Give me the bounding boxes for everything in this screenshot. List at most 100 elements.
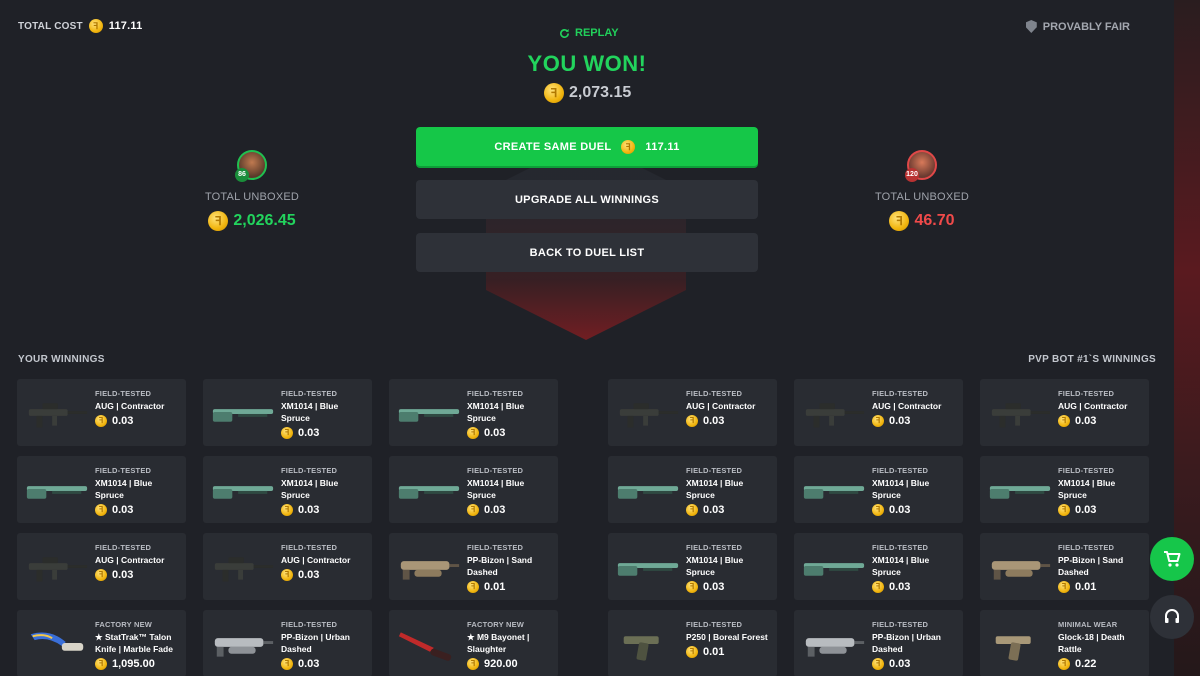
provably-fair-link[interactable]: PROVABLY FAIR [1025,20,1130,33]
item-condition: FIELD-TESTED [686,466,743,475]
xm-weapon-icon [398,486,460,499]
coin-icon [889,211,910,231]
item-info: FIELD-TESTED XM1014 | Blue Spruce 0.03 [872,466,960,516]
upgrade-all-winnings-button[interactable]: UPGRADE ALL WINNINGS [416,180,758,219]
item-name: XM1014 | Blue Spruce [686,478,744,500]
item-card[interactable]: FIELD-TESTED AUG | Contractor 0.03 [608,379,777,446]
item-card[interactable]: FIELD-TESTED AUG | Contractor 0.03 [203,533,372,600]
support-button[interactable] [1150,595,1194,639]
glock-weapon-icon [995,636,1031,661]
item-card[interactable]: FIELD-TESTED XM1014 | Blue Spruce 0.03 [980,456,1149,523]
item-card[interactable]: FIELD-TESTED XM1014 | Blue Spruce 0.03 [389,456,558,523]
item-name: AUG | Contractor [95,555,165,565]
item-card[interactable]: FIELD-TESTED P250 | Boreal Forest 0.01 [608,610,777,676]
back-to-duel-list-button[interactable]: BACK TO DUEL LIST [416,233,758,272]
item-name: P250 | Boreal Forest [686,632,768,642]
level-badge: 120 [905,168,919,182]
coin-icon [467,658,479,670]
coin-icon [621,139,636,154]
xm-weapon-icon [617,563,679,576]
total-unboxed-amount: 2,026.45 [233,212,296,229]
aug-weapon-icon [991,403,1051,428]
coin-icon [95,504,107,516]
item-card[interactable]: FIELD-TESTED PP-Bizon | Sand Dashed 0.01 [389,533,558,600]
coin-icon [686,581,698,593]
create-same-duel-button[interactable]: CREATE SAME DUEL 117.11 [416,127,758,166]
item-card[interactable]: FIELD-TESTED XM1014 | Blue Spruce 0.03 [794,533,963,600]
item-card[interactable]: FIELD-TESTED PP-Bizon | Urban Dashed 0.03 [794,610,963,676]
item-price-value: 0.03 [889,504,911,516]
item-info: FIELD-TESTED XM1014 | Blue Spruce 0.03 [1058,466,1146,516]
item-price-value: 0.01 [484,581,506,593]
item-card[interactable]: FIELD-TESTED AUG | Contractor 0.03 [17,533,186,600]
item-price-value: 0.03 [298,504,320,516]
coin-icon [208,211,229,231]
item-price: 0.01 [467,581,555,593]
item-condition: MINIMAL WEAR [1058,620,1118,629]
item-condition: FIELD-TESTED [281,620,338,629]
item-price-value: 0.03 [1075,415,1097,427]
coin-icon [95,569,107,581]
item-card[interactable]: MINIMAL WEAR Glock-18 | Death Rattle 0.22 [980,610,1149,676]
cart-button[interactable] [1150,537,1194,581]
item-condition: FIELD-TESTED [686,389,743,398]
cart-icon [1164,551,1181,567]
item-card[interactable]: FIELD-TESTED XM1014 | Blue Spruce 0.03 [17,456,186,523]
item-card[interactable]: FACTORY NEW ★ StatTrak™ Talon Knife | Mar… [17,610,186,676]
aug-weapon-icon [28,557,88,582]
item-card[interactable]: FIELD-TESTED AUG | Contractor 0.03 [980,379,1149,446]
xm-weapon-icon [212,486,274,499]
item-card[interactable]: FIELD-TESTED XM1014 | Blue Spruce 0.03 [608,456,777,523]
item-price: 0.03 [281,569,369,581]
item-card[interactable]: FACTORY NEW ★ M9 Bayonet | Slaughter 920.0… [389,610,558,676]
aug-weapon-icon [214,557,274,582]
headset-icon [1165,609,1179,623]
item-card[interactable]: FIELD-TESTED XM1014 | Blue Spruce 0.03 [203,379,372,446]
item-price-value: 0.03 [703,581,725,593]
item-name: PP-Bizon | Urban Dashed [872,632,941,654]
back-label: BACK TO DUEL LIST [529,246,645,259]
item-name: PP-Bizon | Sand Dashed [467,555,533,577]
avatar[interactable]: 86 [235,150,267,182]
item-card[interactable]: FIELD-TESTED XM1014 | Blue Spruce 0.03 [794,456,963,523]
item-price: 0.03 [872,504,960,516]
bizon-urban-weapon-icon [805,638,865,657]
xm-weapon-icon [989,486,1051,499]
coin-icon [95,415,107,427]
avatar[interactable]: 120 [905,150,937,182]
item-price: 0.03 [467,504,555,516]
bizon-weapon-icon [400,561,460,580]
xm-weapon-icon [212,409,274,422]
item-price-value: 0.03 [889,581,911,593]
replay-button[interactable]: REPLAY [559,27,619,39]
item-card[interactable]: FIELD-TESTED XM1014 | Blue Spruce 0.03 [608,533,777,600]
item-card[interactable]: FIELD-TESTED PP-Bizon | Urban Dashed 0.03 [203,610,372,676]
item-card[interactable]: FIELD-TESTED XM1014 | Blue Spruce 0.03 [203,456,372,523]
item-card[interactable]: FIELD-TESTED PP-Bizon | Sand Dashed 0.01 [980,533,1149,600]
your-winnings-title: YOUR WINNINGS [18,354,105,365]
item-info: FIELD-TESTED PP-Bizon | Sand Dashed 0.01 [1058,543,1146,593]
item-name: ★ M9 Bayonet | Slaughter [467,632,530,654]
item-price-value: 0.01 [703,646,725,658]
item-info: FIELD-TESTED XM1014 | Blue Spruce 0.03 [281,389,369,439]
item-condition: FIELD-TESTED [467,543,524,552]
item-condition: FIELD-TESTED [686,543,743,552]
item-condition: FIELD-TESTED [95,466,152,475]
item-price: 0.03 [872,658,960,670]
item-condition: FIELD-TESTED [1058,466,1115,475]
item-price-value: 0.03 [1075,504,1097,516]
item-price: 1,095.00 [95,658,183,670]
item-condition: FIELD-TESTED [281,466,338,475]
item-price-value: 0.03 [112,415,134,427]
item-price-value: 0.03 [298,569,320,581]
item-card[interactable]: FIELD-TESTED XM1014 | Blue Spruce 0.03 [389,379,558,446]
item-name: PP-Bizon | Urban Dashed [281,632,350,654]
item-info: FIELD-TESTED AUG | Contractor 0.03 [1058,389,1146,427]
item-name: AUG | Contractor [686,401,756,411]
item-price-value: 0.03 [112,569,134,581]
item-price: 920.00 [467,658,555,670]
coin-icon [467,504,479,516]
item-card[interactable]: FIELD-TESTED AUG | Contractor 0.03 [794,379,963,446]
item-card[interactable]: FIELD-TESTED AUG | Contractor 0.03 [17,379,186,446]
coin-icon [686,646,698,658]
